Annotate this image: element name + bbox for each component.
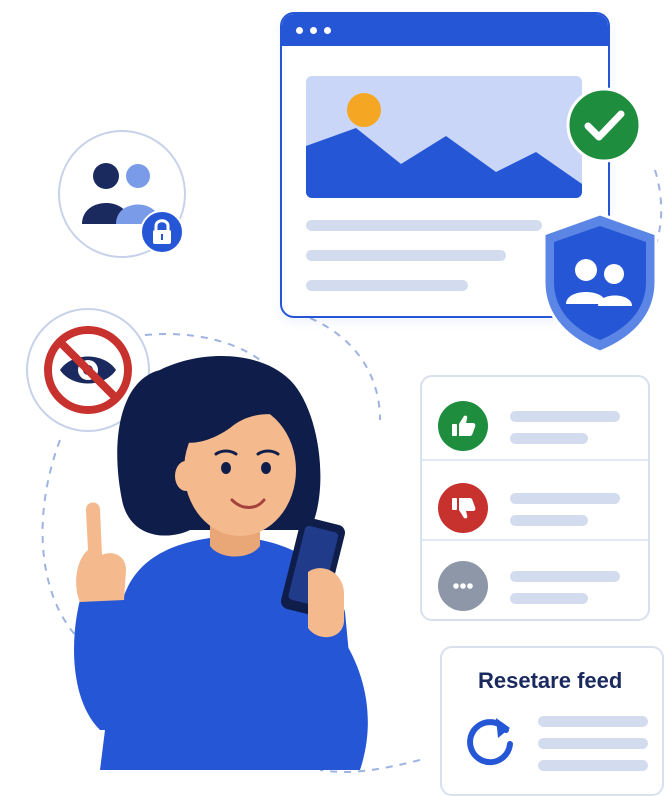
woman-with-phone-illustration [74,356,368,770]
browser-title-bar [282,14,608,46]
dislike-button[interactable] [438,483,488,533]
text-line-placeholder [510,433,588,444]
check-circle-icon [566,87,642,163]
reaction-row-dislike [422,465,648,537]
window-dot [324,27,331,34]
text-line-placeholder [510,493,620,504]
more-options-button[interactable] [438,561,488,611]
reset-feed-card[interactable]: Resetare feed [440,646,664,796]
text-line-placeholder [510,515,588,526]
shield-group-icon [536,210,664,356]
text-line-placeholder [306,250,506,261]
text-line-placeholder [510,411,620,422]
text-line-placeholder [510,593,588,604]
divider [422,539,648,541]
text-line-placeholder [510,571,620,582]
reaction-row-like [422,383,648,455]
reactions-card [420,375,650,621]
divider [422,459,648,461]
like-button[interactable] [438,401,488,451]
lock-icon [140,210,184,254]
window-dot [310,27,317,34]
text-line-placeholder [538,716,648,727]
reaction-row-more [422,543,648,615]
text-line-placeholder [306,280,468,291]
illustration-stage: Resetare feed [0,0,664,796]
text-line-placeholder [306,220,542,231]
text-line-placeholder [538,760,648,771]
reset-feed-title: Resetare feed [478,668,623,693]
refresh-icon [460,710,520,770]
private-group-badge [58,130,186,258]
thumbs-up-icon [452,415,476,436]
text-line-placeholder [538,738,648,749]
image-placeholder [306,76,582,198]
more-dots-icon [453,583,473,589]
thumbs-down-icon [452,498,476,519]
window-dot [296,27,303,34]
landscape-icon [306,93,582,198]
